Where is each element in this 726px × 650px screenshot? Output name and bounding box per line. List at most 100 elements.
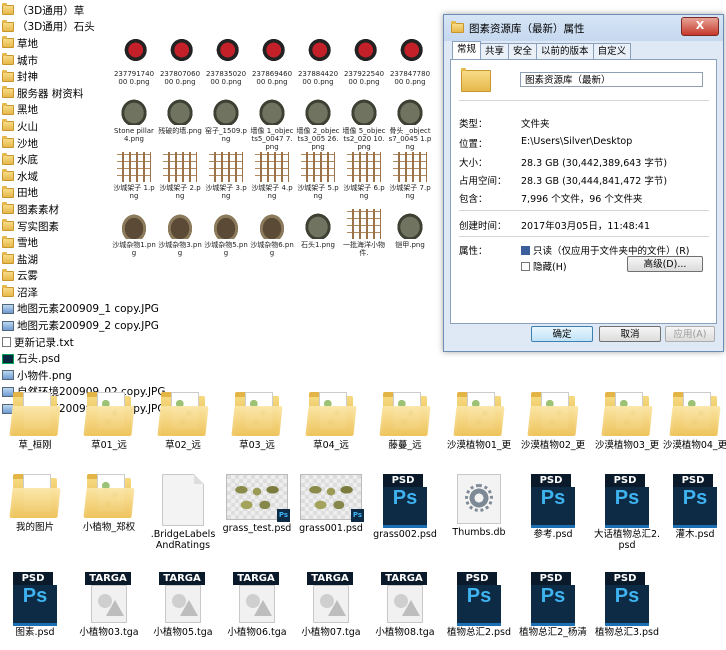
item-label: 草地 xyxy=(17,37,38,50)
image-thumbnail[interactable]: 沙城杂物3.png xyxy=(158,209,202,257)
image-thumbnail[interactable]: 沙城架子 7.png xyxy=(388,152,432,200)
image-thumbnail[interactable]: 骨头 _objects7_0045 1.png xyxy=(388,95,432,151)
thumbnail-label: 骨头 _objects7_0045 1.png xyxy=(388,127,432,151)
image-thumbnail[interactable]: 沙城架子 6.png xyxy=(342,152,386,200)
image-thumbnail[interactable]: 23780706000 0.png xyxy=(158,38,202,86)
file-icon-item[interactable]: Ps PSD 植物总汇2.psd xyxy=(444,572,514,638)
file-icon-item[interactable]: Ps PSD 植物总汇3.psd xyxy=(592,572,662,638)
file-icon-item[interactable]: Ps PSD 图素.psd xyxy=(0,572,70,638)
folder-item[interactable]: （3D通用）石头 xyxy=(0,19,210,36)
tab-general[interactable]: 常规 xyxy=(452,41,482,59)
image-thumbnail[interactable]: 石头1.png xyxy=(296,209,340,249)
file-icon-item[interactable]: 草01_远 xyxy=(74,392,144,451)
image-thumbnail[interactable]: 一批海洋小物件. xyxy=(342,209,386,257)
apply-button[interactable]: 应用(A) xyxy=(665,326,715,342)
file-icon-item[interactable]: 小植物_郑权 xyxy=(74,474,144,533)
tab-security[interactable]: 安全 xyxy=(508,43,538,59)
tab-sharing[interactable]: 共享 xyxy=(480,43,510,59)
image-thumbnail[interactable]: 23779174000 0.png xyxy=(112,38,156,86)
image-thumbnail[interactable]: 残破的墙.png xyxy=(158,95,202,135)
image-thumbnail[interactable]: 沙城架子 3.png xyxy=(204,152,248,200)
folder-item[interactable]: 沼泽 xyxy=(0,284,210,301)
image-thumbnail[interactable]: 23792254000 0.png xyxy=(342,38,386,86)
file-label: 沙漠植物02_更 xyxy=(520,440,586,451)
image-thumbnail[interactable]: 沙城架子 2.png xyxy=(158,152,202,200)
photoshop-file-icon: Ps PSD xyxy=(381,474,429,528)
image-thumbnail[interactable]: 沙城杂物5.png xyxy=(204,209,248,257)
file-icon-item[interactable]: TARGA 小植物07.tga xyxy=(296,572,366,638)
thumbnail-image xyxy=(255,209,289,239)
file-label: 小植物05.tga xyxy=(153,627,213,638)
folder-icon xyxy=(461,68,491,92)
image-thumbnail[interactable]: 墙像 1_objects5_0047 7.png xyxy=(250,95,294,151)
image-thumbnail[interactable]: 铠甲.png xyxy=(388,209,432,249)
file-item[interactable]: 石头.psd xyxy=(0,350,210,367)
file-item[interactable]: 地图元素200909_1 copy.JPG xyxy=(0,301,210,318)
file-icon-item[interactable]: 藤蔓_远 xyxy=(370,392,440,451)
file-icon-item[interactable]: 沙漠植物03_更 xyxy=(592,392,662,451)
file-icon-item[interactable]: Ps PSD 大话植物总汇2.psd xyxy=(592,474,662,551)
image-thumbnail[interactable]: 墙像 2_objects3_005 26.png xyxy=(296,95,340,151)
file-item[interactable]: 小物件.png xyxy=(0,367,210,384)
thumbnail-label: 沙城杂物3.png xyxy=(158,241,202,257)
file-icon-item[interactable]: Thumbs.db xyxy=(444,474,514,538)
image-thumbnail[interactable]: 沙城杂物6.png xyxy=(250,209,294,257)
tab-previous-versions[interactable]: 以前的版本 xyxy=(536,43,594,59)
thumbnail-image xyxy=(255,38,289,68)
file-icon-item[interactable]: 沙漠植物01_更 xyxy=(444,392,514,451)
image-thumbnail[interactable]: 沙城杂物1.png xyxy=(112,209,156,257)
image-thumbnail[interactable]: 窑子_1509.png xyxy=(204,95,248,143)
file-icon-item[interactable]: Ps PSD 灌木.psd xyxy=(660,474,726,540)
file-icon-item[interactable]: 草03_远 xyxy=(222,392,292,451)
thumbnail-image xyxy=(209,38,243,68)
file-item[interactable]: 地图元素200909_2 copy.JPG xyxy=(0,317,210,334)
folder-item[interactable]: （3D通用）草 xyxy=(0,2,210,19)
image-thumbnail[interactable]: 23783502000 0.png xyxy=(204,38,248,86)
image-thumbnail[interactable]: Stone pillar4.png xyxy=(112,95,156,143)
image-thumbnail[interactable]: 23788442000 0.png xyxy=(296,38,340,86)
tab-customize[interactable]: 自定义 xyxy=(592,43,632,59)
folder-name-input[interactable]: 图素资源库（最新） xyxy=(520,72,703,87)
image-thumbnail[interactable]: 23786946000 0.png xyxy=(250,38,294,86)
file-icon-item[interactable]: TARGA 小植物05.tga xyxy=(148,572,218,638)
file-icon-item[interactable]: Ps PSD 植物总汇2_杨清 xyxy=(518,572,588,638)
file-icon-item[interactable]: 沙漠植物04_更 xyxy=(660,392,726,451)
file-icon-item[interactable]: Ps grass001.psd xyxy=(296,474,366,534)
thumbnail-label: Stone pillar4.png xyxy=(114,127,154,143)
file-icon-item[interactable]: Ps grass_test.psd xyxy=(222,474,292,534)
hidden-checkbox[interactable]: 隐藏(H) xyxy=(521,259,567,273)
image-thumbnail[interactable]: 沙城架子 5.png xyxy=(296,152,340,200)
file-icon-item[interactable]: Ps PSD grass002.psd xyxy=(370,474,440,540)
image-thumbnail[interactable]: 沙城架子 4.png xyxy=(250,152,294,200)
image-thumbnail[interactable]: 沙城架子 1.png xyxy=(112,152,156,200)
thumbnail-image xyxy=(209,95,243,125)
readonly-checkbox[interactable]: 只读（仅应用于文件夹中的文件）(R) xyxy=(521,243,690,257)
file-label: 沙漠植物01_更 xyxy=(446,440,512,451)
ok-button[interactable]: 确定 xyxy=(531,326,593,342)
file-icon-item[interactable]: 草_桓刚 xyxy=(0,392,70,451)
file-icon-item[interactable]: .BridgeLabelsAndRatings xyxy=(148,474,218,551)
file-icon-item[interactable]: 沙漠植物02_更 xyxy=(518,392,588,451)
file-label: grass_test.psd xyxy=(222,523,292,534)
size-label: 大小： xyxy=(459,158,488,169)
item-label: 火山 xyxy=(17,120,38,133)
tga-badge: TARGA xyxy=(233,572,279,585)
file-icon-item[interactable]: 草02_远 xyxy=(148,392,218,451)
close-button[interactable]: X xyxy=(681,17,719,36)
thumbnail-label: 23792254000 0.png xyxy=(343,70,385,86)
file-item[interactable]: 更新记录.txt xyxy=(0,334,210,351)
folder-front xyxy=(601,406,653,436)
file-icon-item[interactable]: TARGA 小植物06.tga xyxy=(222,572,292,638)
file-label: .BridgeLabelsAndRatings xyxy=(150,529,216,551)
file-icon-item[interactable]: TARGA 小植物03.tga xyxy=(74,572,144,638)
image-thumbnail[interactable]: 23784778000 0.png xyxy=(388,38,432,86)
cancel-button[interactable]: 取消 xyxy=(599,326,661,342)
file-icon-item[interactable]: TARGA 小植物08.tga xyxy=(370,572,440,638)
file-icon-item[interactable]: 草04_远 xyxy=(296,392,366,451)
file-label: Thumbs.db xyxy=(452,527,506,538)
advanced-button[interactable]: 高级(D)... xyxy=(627,256,703,272)
file-icon-item[interactable]: 我的图片 xyxy=(0,474,70,533)
image-thumbnail[interactable]: 墙像 5_objects2_020 10.png xyxy=(342,95,386,151)
folder-icon xyxy=(2,268,14,281)
file-icon-item[interactable]: Ps PSD 参考.psd xyxy=(518,474,588,540)
